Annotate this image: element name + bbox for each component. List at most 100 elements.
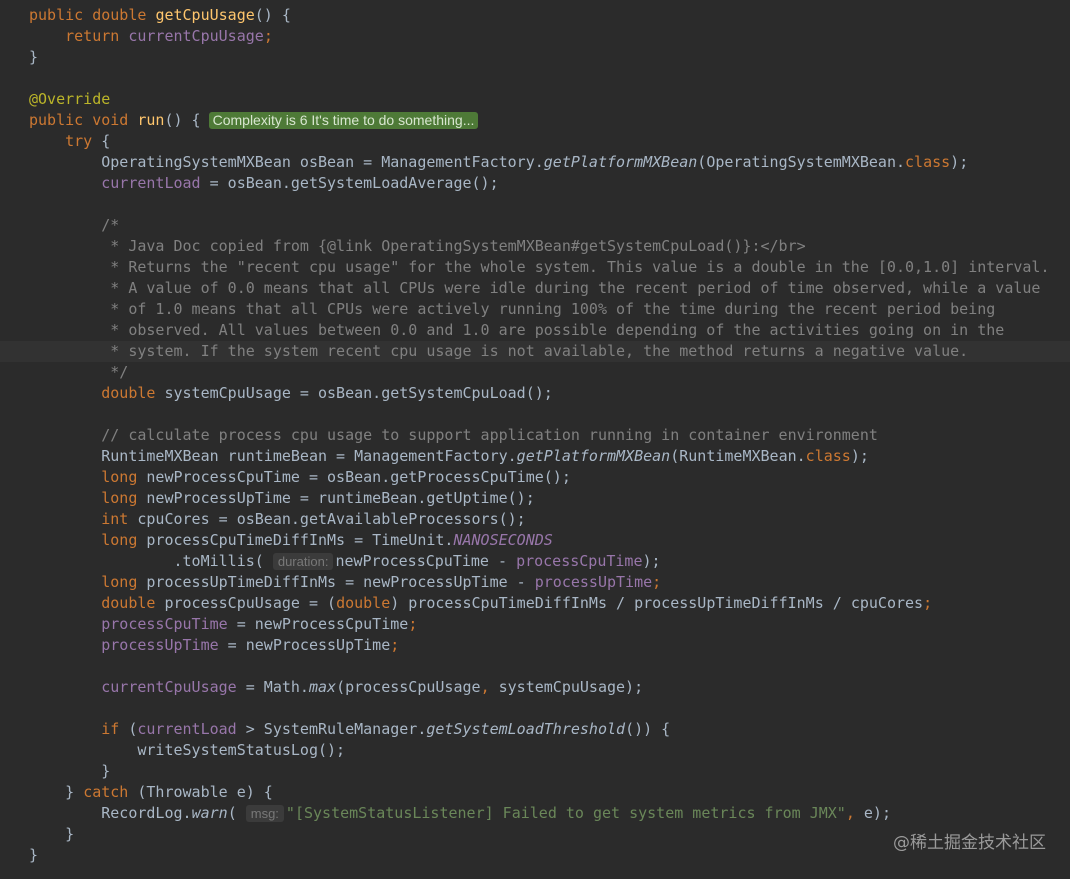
comma: , bbox=[480, 678, 490, 696]
parameter-hint: msg: bbox=[245, 805, 284, 822]
code-line: currentCpuUsage = Math.max(processCpuUsa… bbox=[0, 677, 1070, 698]
code-line: RecordLog.warn( msg: "[SystemStatusListen… bbox=[0, 803, 1070, 824]
code-editor[interactable]: public double getCpuUsage() { return cur… bbox=[0, 0, 1070, 879]
code-text: ()) { bbox=[625, 720, 671, 738]
comment: * Returns the "recent cpu usage" for the… bbox=[101, 258, 1050, 276]
complexity-hint-badge[interactable]: Complexity is 6 It's time to do somethin… bbox=[208, 112, 479, 129]
keyword: return bbox=[65, 27, 120, 45]
watermark: @稀土掘金技术社区 bbox=[893, 833, 1046, 853]
comment: */ bbox=[101, 363, 129, 381]
code-line: RuntimeMXBean runtimeBean = ManagementFa… bbox=[0, 446, 1070, 467]
code-text: = osBean.getSystemLoadAverage(); bbox=[200, 174, 499, 192]
code-text: ( bbox=[119, 720, 138, 738]
semicolon: ; bbox=[390, 636, 400, 654]
code-text: = newProcessCpuTime bbox=[227, 615, 409, 633]
static-method: getPlatformMXBean bbox=[543, 153, 698, 171]
code-text: { bbox=[92, 132, 111, 150]
field-ref: processUpTime bbox=[534, 573, 653, 591]
code-text: } bbox=[65, 825, 75, 843]
annotation: @Override bbox=[29, 90, 111, 108]
keyword: class bbox=[805, 447, 851, 465]
code-line: * observed. All values between 0.0 and 1… bbox=[0, 320, 1070, 341]
code-line: @Override bbox=[0, 89, 1070, 110]
code-text: = newProcessUpTime bbox=[218, 636, 391, 654]
keyword: long bbox=[101, 489, 138, 507]
code-text: systemCpuUsage); bbox=[489, 678, 644, 696]
code-text: () { bbox=[254, 6, 291, 24]
semicolon: ; bbox=[408, 615, 418, 633]
comment: * Java Doc copied from {@link OperatingS… bbox=[101, 237, 806, 255]
field-ref: processCpuTime bbox=[101, 615, 228, 633]
keyword: double bbox=[101, 384, 156, 402]
code-line: } catch (Throwable e) { bbox=[0, 782, 1070, 803]
code-line: writeSystemStatusLog(); bbox=[0, 740, 1070, 761]
keyword: class bbox=[905, 153, 951, 171]
code-line-current: * system. If the system recent cpu usage… bbox=[0, 341, 1070, 362]
code-text: } bbox=[65, 783, 84, 801]
keyword: double bbox=[92, 6, 147, 24]
semicolon: ; bbox=[923, 594, 933, 612]
code-text: ) processCpuTimeDiffInMs / processUpTime… bbox=[390, 594, 924, 612]
code-text: newProcessCpuTime - bbox=[335, 552, 517, 570]
code-text: RuntimeMXBean runtimeBean = ManagementFa… bbox=[101, 447, 517, 465]
code-text: newProcessCpuTime = osBean.getProcessCpu… bbox=[137, 468, 571, 486]
code-text: (OperatingSystemMXBean. bbox=[697, 153, 906, 171]
static-method: getSystemLoadThreshold bbox=[426, 720, 626, 738]
static-method: getPlatformMXBean bbox=[516, 447, 671, 465]
keyword: public bbox=[29, 6, 84, 24]
code-line: processCpuTime = newProcessCpuTime; bbox=[0, 614, 1070, 635]
code-line: return currentCpuUsage; bbox=[0, 26, 1070, 47]
code-line: double processCpuUsage = (double) proces… bbox=[0, 593, 1070, 614]
static-method: warn bbox=[191, 804, 228, 822]
comment: * observed. All values between 0.0 and 1… bbox=[101, 321, 1005, 339]
code-text: ); bbox=[642, 552, 661, 570]
semicolon: ; bbox=[263, 27, 273, 45]
code-text: newProcessUpTime = runtimeBean.getUptime… bbox=[137, 489, 535, 507]
keyword: double bbox=[336, 594, 391, 612]
static-method: max bbox=[308, 678, 337, 696]
keyword: long bbox=[101, 573, 138, 591]
comma: , bbox=[845, 804, 855, 822]
keyword: if bbox=[101, 720, 120, 738]
field-ref: processUpTime bbox=[101, 636, 219, 654]
code-line: if (currentLoad > SystemRuleManager.getS… bbox=[0, 719, 1070, 740]
field-ref: currentCpuUsage bbox=[101, 678, 237, 696]
code-line: * Java Doc copied from {@link OperatingS… bbox=[0, 236, 1070, 257]
keyword: double bbox=[101, 594, 156, 612]
code-line: int cpuCores = osBean.getAvailableProces… bbox=[0, 509, 1070, 530]
keyword: catch bbox=[83, 783, 129, 801]
code-text: ); bbox=[850, 447, 869, 465]
code-line: .toMillis( duration: newProcessCpuTime - … bbox=[0, 551, 1070, 572]
code-text: processCpuTimeDiffInMs = TimeUnit. bbox=[137, 531, 454, 549]
code-text: } bbox=[29, 846, 39, 864]
code-line: } bbox=[0, 761, 1070, 782]
method-name: getCpuUsage bbox=[155, 6, 255, 24]
code-text: } bbox=[29, 48, 39, 66]
code-text: cpuCores = osBean.getAvailableProcessors… bbox=[128, 510, 526, 528]
field-ref: currentLoad bbox=[137, 720, 237, 738]
code-text: (Throwable e) { bbox=[128, 783, 273, 801]
code-line: // calculate process cpu usage to suppor… bbox=[0, 425, 1070, 446]
code-text: e); bbox=[854, 804, 891, 822]
code-line: try { bbox=[0, 131, 1070, 152]
code-line: * Returns the "recent cpu usage" for the… bbox=[0, 257, 1070, 278]
code-line: OperatingSystemMXBean osBean = Managemen… bbox=[0, 152, 1070, 173]
code-line: public void run() {Complexity is 6 It's … bbox=[0, 110, 1070, 131]
field-ref: currentCpuUsage bbox=[128, 27, 264, 45]
method-name: run bbox=[137, 111, 165, 129]
code-text: writeSystemStatusLog(); bbox=[137, 741, 346, 759]
comment: /* bbox=[101, 216, 120, 234]
code-text: ); bbox=[950, 153, 969, 171]
comment: * A value of 0.0 means that all CPUs wer… bbox=[101, 279, 1041, 297]
keyword: long bbox=[101, 468, 138, 486]
keyword: int bbox=[101, 510, 129, 528]
code-text: } bbox=[101, 762, 111, 780]
code-text: RecordLog. bbox=[101, 804, 192, 822]
code-text: systemCpuUsage = osBean.getSystemCpuLoad… bbox=[155, 384, 553, 402]
code-line: currentLoad = osBean.getSystemLoadAverag… bbox=[0, 173, 1070, 194]
comment: // calculate process cpu usage to suppor… bbox=[101, 426, 878, 444]
code-line: /* bbox=[0, 215, 1070, 236]
code-text: = Math. bbox=[236, 678, 309, 696]
field-ref: currentLoad bbox=[101, 174, 201, 192]
code-text: (processCpuUsage bbox=[336, 678, 481, 696]
